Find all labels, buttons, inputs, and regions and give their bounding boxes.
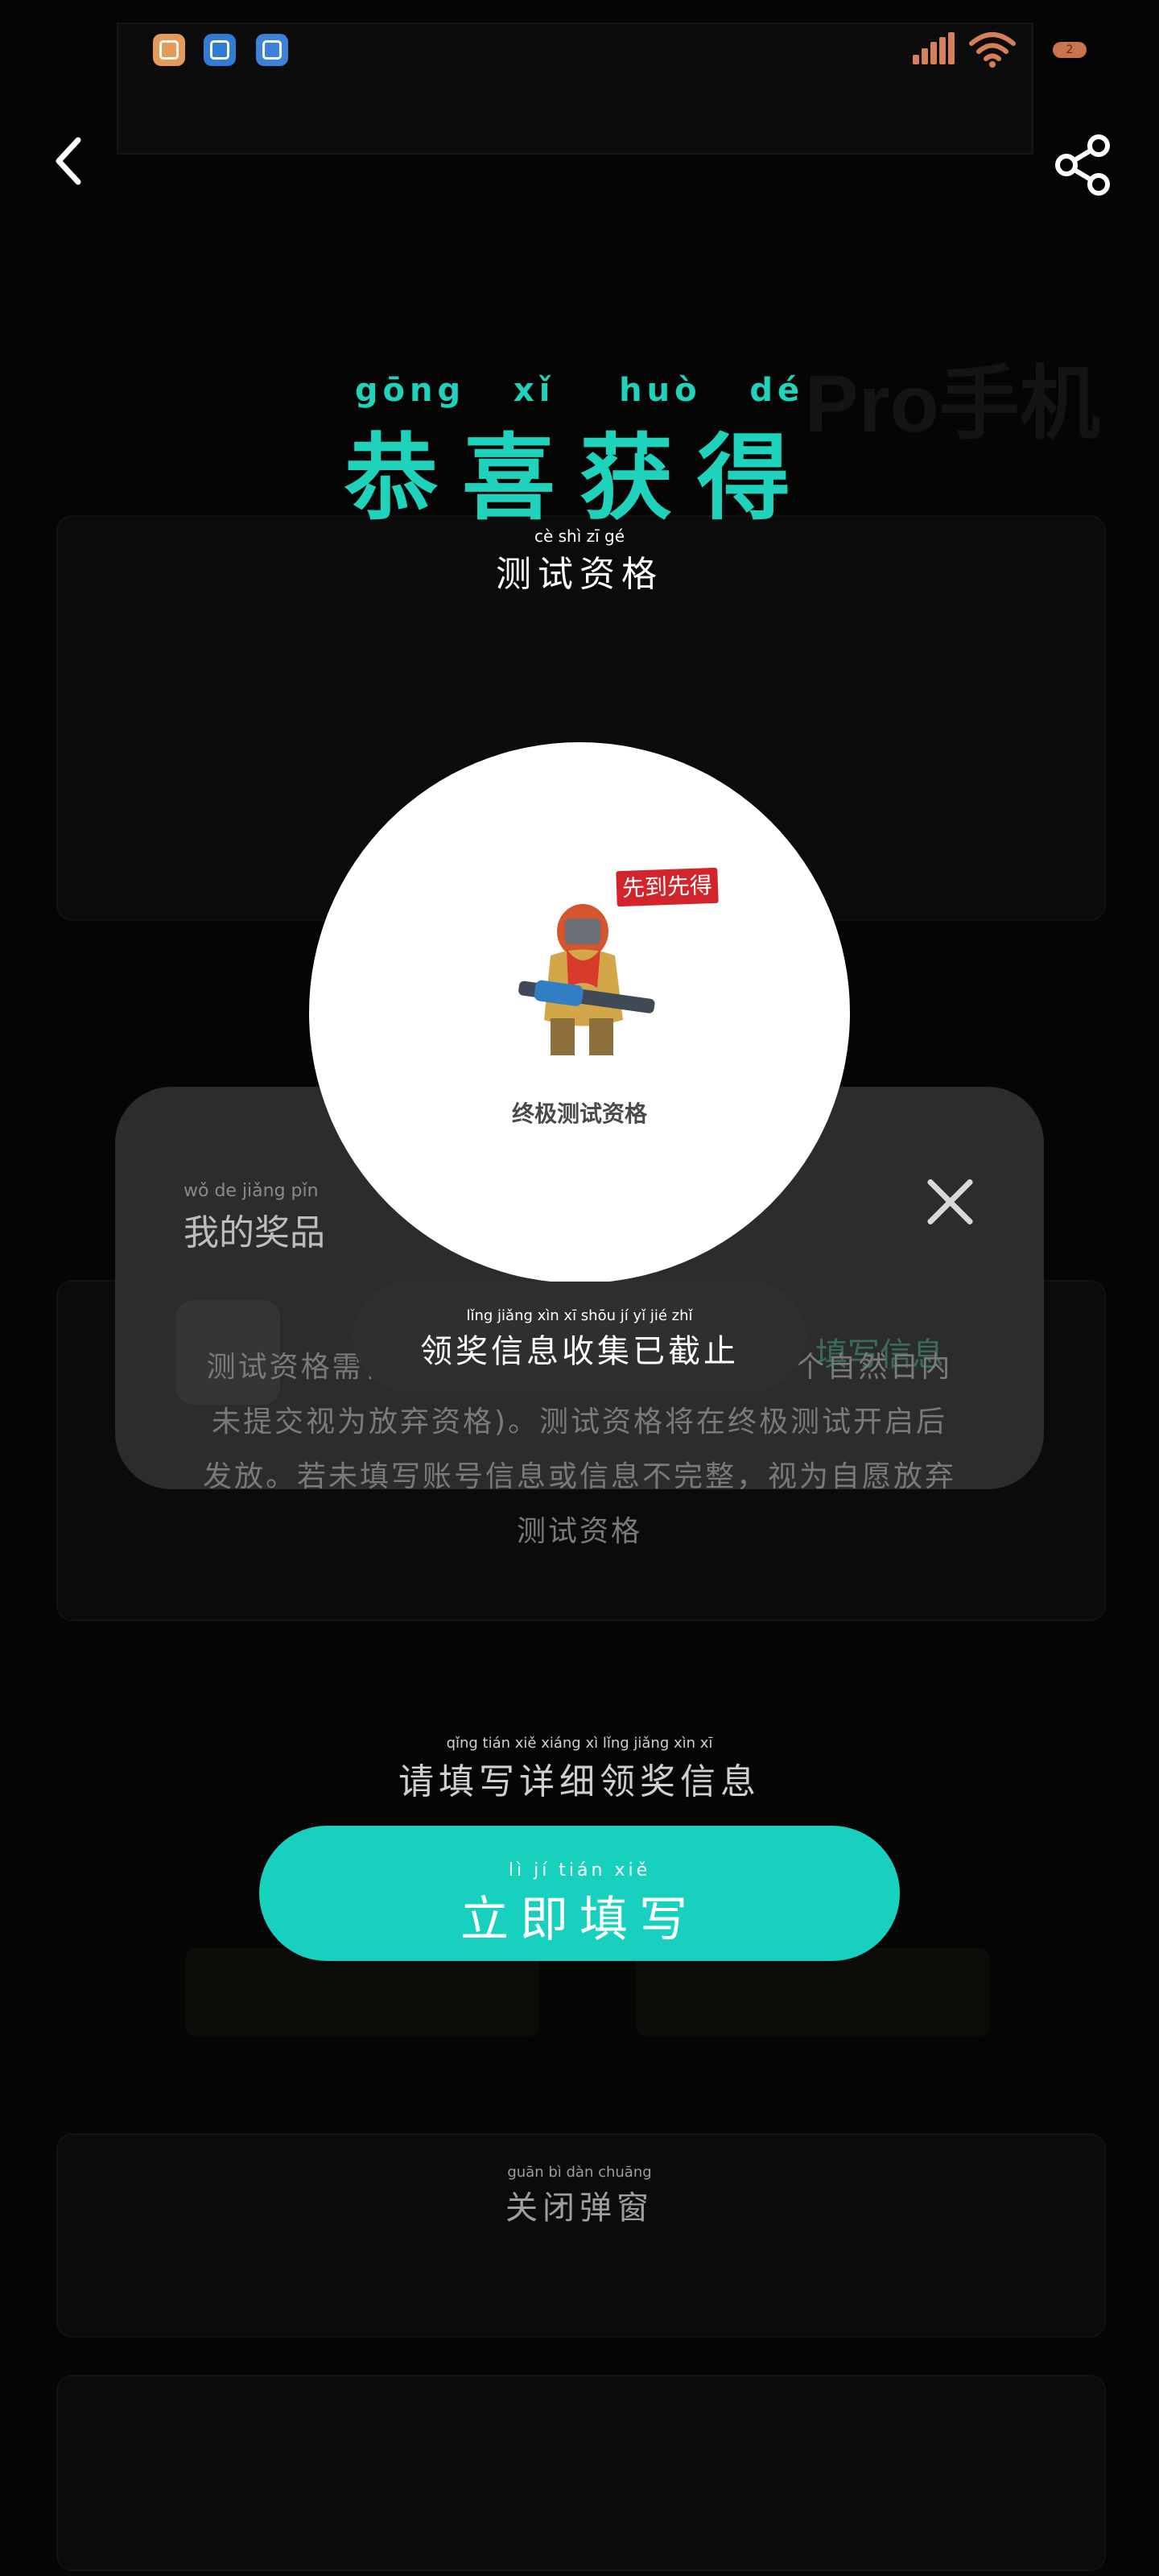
fill-prompt-pinyin: qǐng tián xiě xiáng xì lǐng jiǎng xìn xī	[446, 1735, 713, 1752]
popup-title-text: 恭喜获得	[344, 424, 815, 533]
collection-closed-notice: lǐng jiǎng xìn xī shōu jí yǐ jié zhǐ 领奖信…	[353, 1282, 806, 1391]
popup-subtitle: cè shì zī gé 测试资格	[0, 527, 1159, 597]
fill-now-pinyin: lì jí tián xiě	[508, 1860, 651, 1880]
notice-label: 领奖信息收集已截止	[420, 1333, 739, 1370]
share-button[interactable]	[1050, 133, 1115, 197]
my-prizes-title: wǒ de jiǎng pǐn 我的奖品	[184, 1179, 325, 1255]
popup-subtitle-pinyin: cè shì zī gé	[534, 526, 625, 546]
my-prizes-title-text: 我的奖品	[184, 1212, 325, 1253]
close-popup-button[interactable]: guān bì dàn chuāng 关闭弹窗	[0, 2164, 1159, 2228]
tools-icon	[256, 34, 288, 66]
back-button[interactable]	[44, 129, 93, 193]
fill-prompt: qǐng tián xiě xiáng xì lǐng jiǎng xìn xī…	[0, 1735, 1159, 1804]
prize-card: 先到先得 终极测试资格	[309, 742, 850, 1283]
close-popup-pinyin: guān bì dàn chuāng	[507, 2164, 652, 2181]
background-button	[636, 1948, 990, 2037]
app-screen: Pro手机 2 wǒ de jiǎng pǐn 我的奖品 填写信息 gōng x…	[0, 0, 1159, 2576]
fill-now-button[interactable]: lì jí tián xiě 立即填写	[259, 1826, 900, 1961]
prize-name: 终极测试资格	[511, 1100, 647, 1127]
fill-prompt-text: 请填写详细领奖信息	[398, 1761, 761, 1802]
close-icon[interactable]	[920, 1171, 981, 1232]
first-come-badge: 先到先得	[616, 867, 719, 907]
close-popup-text: 关闭弹窗	[505, 2190, 654, 2227]
status-bar: 2	[0, 0, 1159, 97]
wifi-icon	[969, 32, 1016, 68]
notice-pinyin: lǐng jiǎng xìn xī shōu jí yǐ jié zhǐ	[466, 1307, 693, 1324]
background-button	[185, 1948, 539, 2037]
shopping-basket-icon	[153, 34, 185, 66]
popup-title: gōng xǐ huò dé 恭喜获得	[0, 372, 1159, 538]
storage-icon	[204, 34, 236, 66]
fill-now-text: 立即填写	[460, 1892, 699, 1948]
notice-text: lǐng jiǎng xìn xī shōu jí yǐ jié zhǐ 领奖信…	[353, 1307, 806, 1372]
my-prizes-title-pinyin: wǒ de jiǎng pǐn	[184, 1181, 319, 1201]
popup-subtitle-text: 测试资格	[496, 554, 663, 595]
fill-now-label: lì jí tián xiě 立即填写	[259, 1861, 900, 1951]
battery-icon: 2	[1053, 42, 1087, 58]
popup-title-pinyin: gōng xǐ huò dé	[354, 372, 805, 409]
soldier-figure-image	[518, 904, 655, 1055]
signal-icon	[913, 32, 955, 64]
background-list-card	[56, 2375, 1106, 2571]
